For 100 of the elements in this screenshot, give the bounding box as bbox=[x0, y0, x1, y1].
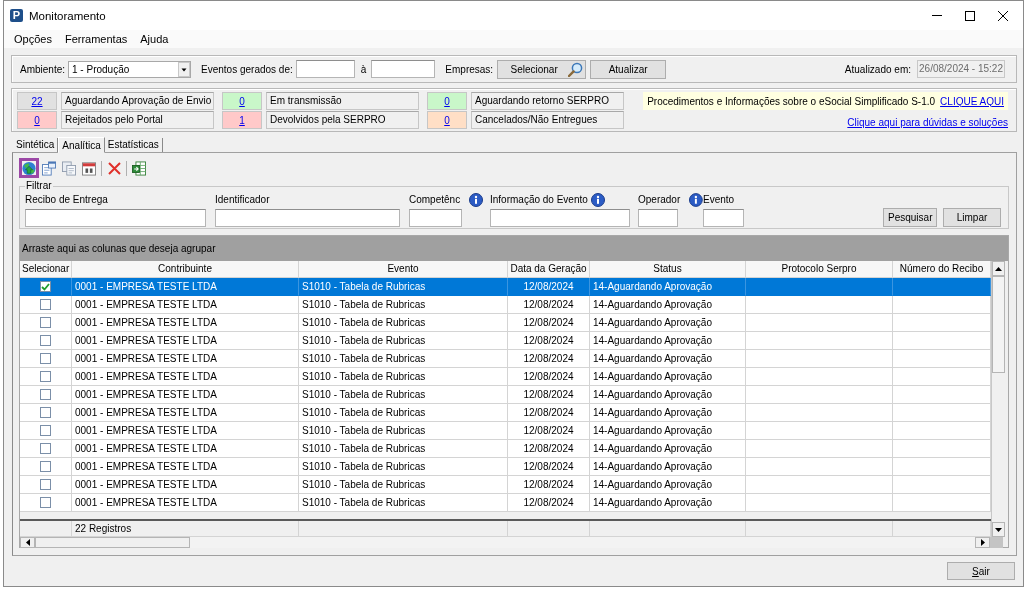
field-label: Operador bbox=[638, 194, 681, 205]
table-row[interactable]: 0001 - EMPRESA TESTE LTDA S1010 - Tabela de Rubricas 12/08/2024 14-Aguardando Aprovação bbox=[20, 494, 991, 512]
text-field[interactable] bbox=[638, 209, 678, 227]
scrollbar-corner bbox=[990, 537, 1003, 548]
scroll-thumb[interactable] bbox=[992, 276, 1005, 373]
text-field[interactable] bbox=[215, 209, 400, 227]
checkbox[interactable] bbox=[40, 425, 51, 436]
table-row[interactable]: 0001 - EMPRESA TESTE LTDA S1010 - Tabela de Rubricas 12/08/2024 14-Aguardando Aprovação bbox=[20, 368, 991, 386]
status-label: Cancelados/Não Entregues bbox=[471, 111, 624, 129]
checkbox[interactable] bbox=[40, 461, 51, 472]
table-row[interactable]: 0001 - EMPRESA TESTE LTDA S1010 - Tabela de Rubricas 12/08/2024 14-Aguardando Aprovação bbox=[20, 314, 991, 332]
down-arrow-icon bbox=[995, 527, 1002, 532]
status-label: Em transmissão bbox=[266, 92, 419, 110]
table-row[interactable]: 0001 - EMPRESA TESTE LTDA S1010 - Tabela de Rubricas 12/08/2024 14-Aguardando Aprovação bbox=[20, 278, 991, 296]
toolbar-button[interactable] bbox=[39, 158, 59, 178]
date-from-field[interactable] bbox=[295, 60, 355, 78]
count-link[interactable]: 0 bbox=[34, 114, 40, 126]
tab[interactable]: Estatísticas bbox=[104, 138, 163, 152]
refresh-button[interactable]: Atualizar bbox=[590, 59, 667, 79]
app-logo: P bbox=[10, 9, 23, 22]
info-icon[interactable] bbox=[689, 192, 703, 207]
count-link[interactable]: 22 bbox=[31, 95, 43, 107]
menu-item[interactable]: Opções bbox=[14, 33, 52, 45]
table-row[interactable]: 0001 - EMPRESA TESTE LTDA S1010 - Tabela de Rubricas 12/08/2024 14-Aguardando Aprovação bbox=[20, 476, 991, 494]
scroll-left-button[interactable] bbox=[20, 537, 35, 548]
window-title: Monitoramento bbox=[29, 9, 106, 22]
field-label: Recibo de Entrega bbox=[25, 194, 108, 205]
exit-button[interactable]: Sair bbox=[947, 562, 1015, 580]
companies-label: Empresas: bbox=[445, 63, 494, 75]
count-link[interactable]: 0 bbox=[444, 95, 450, 107]
checkmark-icon bbox=[41, 282, 50, 291]
checkbox[interactable] bbox=[40, 389, 51, 400]
menu-item[interactable]: Ajuda bbox=[140, 33, 169, 45]
checkbox[interactable] bbox=[40, 371, 51, 382]
checkbox[interactable] bbox=[40, 281, 51, 292]
vertical-scrollbar[interactable] bbox=[991, 261, 1005, 537]
calendar-icon bbox=[82, 160, 96, 176]
help-link[interactable]: Clique aqui para dúvidas e soluções bbox=[847, 117, 1008, 128]
up-arrow-icon bbox=[995, 266, 1002, 271]
table-row[interactable]: 0001 - EMPRESA TESTE LTDA S1010 - Tabela de Rubricas 12/08/2024 14-Aguardando Aprovação bbox=[20, 404, 991, 422]
search-button[interactable]: Pesquisar bbox=[883, 208, 937, 227]
checkbox[interactable] bbox=[40, 299, 51, 310]
copy-icon bbox=[62, 160, 76, 176]
checkbox[interactable] bbox=[40, 317, 51, 328]
checkbox[interactable] bbox=[40, 335, 51, 346]
text-field[interactable] bbox=[703, 209, 744, 227]
count-link[interactable]: 1 bbox=[239, 114, 245, 126]
select-companies-button[interactable]: Selecionar bbox=[497, 59, 587, 79]
group-by-hint: Arraste aqui as colunas que deseja agrupar bbox=[20, 236, 1008, 261]
status-label: Aguardando Aprovação de Envio bbox=[61, 92, 214, 110]
field-label: Informação do Evento bbox=[490, 194, 588, 205]
tab[interactable]: Analítica bbox=[58, 137, 105, 153]
text-field[interactable] bbox=[25, 209, 206, 227]
range-separator: à bbox=[360, 63, 367, 75]
left-arrow-icon bbox=[25, 539, 30, 546]
notice-text: Procedimentos e Informações sobre o eSocial Simplificado S-1.0 bbox=[647, 95, 936, 107]
field-label: Evento bbox=[703, 194, 735, 205]
clear-button[interactable]: Limpar bbox=[943, 208, 1001, 227]
table-row[interactable]: 0001 - EMPRESA TESTE LTDA S1010 - Tabela de Rubricas 12/08/2024 14-Aguardando Aprovação bbox=[20, 386, 991, 404]
text-field[interactable] bbox=[490, 209, 630, 227]
delete-icon bbox=[107, 161, 121, 175]
status-label: Aguardando retorno SERPRO bbox=[471, 92, 624, 110]
filter-group-title: Filtrar bbox=[25, 180, 53, 192]
info-icon[interactable] bbox=[469, 192, 484, 207]
form-icon bbox=[42, 160, 56, 176]
scroll-up-button[interactable] bbox=[992, 261, 1005, 276]
close-icon[interactable] bbox=[998, 10, 1008, 21]
checkbox[interactable] bbox=[40, 353, 51, 364]
scroll-thumb[interactable] bbox=[35, 537, 190, 548]
info-icon[interactable] bbox=[590, 192, 605, 207]
scroll-right-button[interactable] bbox=[975, 537, 990, 548]
table-row[interactable]: 0001 - EMPRESA TESTE LTDA S1010 - Tabela de Rubricas 12/08/2024 14-Aguardando Aprovação bbox=[20, 458, 991, 476]
table-row[interactable]: 0001 - EMPRESA TESTE LTDA S1010 - Tabela de Rubricas 12/08/2024 14-Aguardando Aprovação bbox=[20, 440, 991, 458]
table-row[interactable]: 0001 - EMPRESA TESTE LTDA S1010 - Tabela de Rubricas 12/08/2024 14-Aguardando Aprovação bbox=[20, 422, 991, 440]
scroll-down-button[interactable] bbox=[992, 522, 1005, 537]
toolbar-button[interactable] bbox=[19, 158, 39, 178]
caret-icon bbox=[178, 61, 191, 77]
notice-link[interactable]: CLIQUE AQUI bbox=[940, 95, 1004, 107]
field-label: Competênc bbox=[409, 194, 461, 205]
count-link[interactable]: 0 bbox=[444, 114, 450, 126]
horizontal-scrollbar[interactable] bbox=[20, 537, 990, 548]
table-row[interactable]: 0001 - EMPRESA TESTE LTDA S1010 - Tabela de Rubricas 12/08/2024 14-Aguardando Aprovação bbox=[20, 296, 991, 314]
toolbar-button[interactable] bbox=[129, 158, 149, 178]
table-row[interactable]: 0001 - EMPRESA TESTE LTDA S1010 - Tabela de Rubricas 12/08/2024 14-Aguardando Aprovação bbox=[20, 350, 991, 368]
date-to-field[interactable] bbox=[371, 60, 436, 78]
environment-label: Ambiente: bbox=[20, 63, 66, 75]
spreadsheet-icon bbox=[132, 160, 146, 176]
table-row[interactable]: 0001 - EMPRESA TESTE LTDA S1010 - Tabela de Rubricas 12/08/2024 14-Aguardando Aprovação bbox=[20, 332, 991, 350]
maximize-icon[interactable] bbox=[965, 10, 975, 21]
checkbox[interactable] bbox=[40, 443, 51, 454]
status-label: Rejeitados pelo Portal bbox=[61, 111, 214, 129]
checkbox[interactable] bbox=[40, 497, 51, 508]
environment-dropdown[interactable]: 1 - Produção bbox=[68, 60, 192, 78]
menu-item[interactable]: Ferramentas bbox=[64, 33, 128, 45]
checkbox[interactable] bbox=[40, 407, 51, 418]
text-field[interactable] bbox=[409, 209, 462, 227]
globe-icon bbox=[22, 160, 36, 176]
count-link[interactable]: 0 bbox=[239, 95, 245, 107]
search-icon bbox=[567, 61, 583, 77]
checkbox[interactable] bbox=[40, 479, 51, 490]
